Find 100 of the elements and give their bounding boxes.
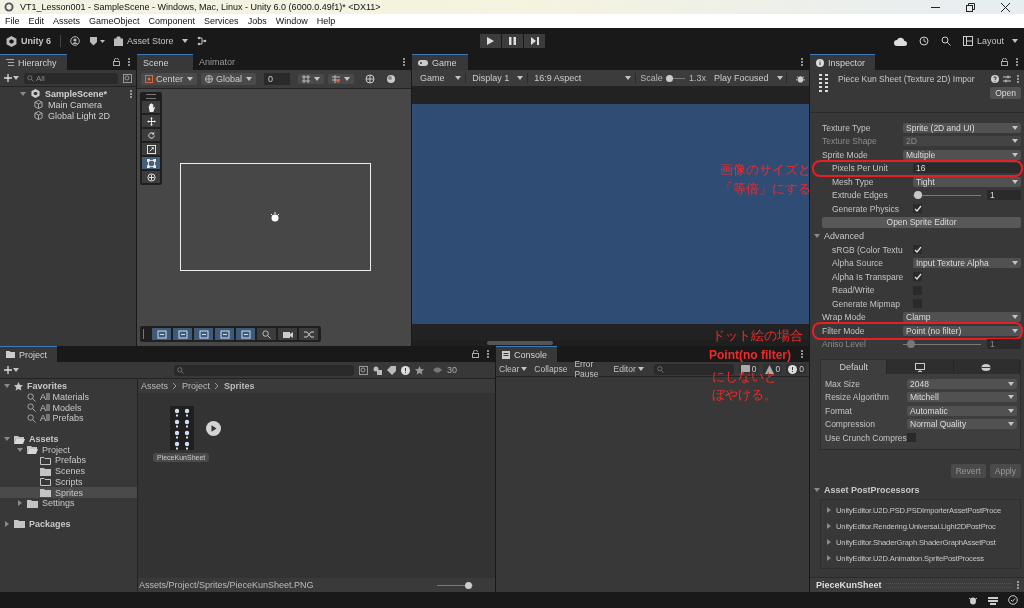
account-button[interactable]: Unity 6: [6, 35, 51, 47]
step-button[interactable]: [524, 34, 545, 48]
tree-item[interactable]: All Materials: [0, 391, 137, 403]
bug-icon[interactable]: [796, 73, 805, 83]
grid-size-field[interactable]: 0: [264, 73, 291, 85]
transform-tool-button[interactable]: [142, 171, 160, 183]
search-field[interactable]: [174, 364, 354, 376]
menu-item[interactable]: Help: [316, 16, 336, 26]
console-toolbar-button[interactable]: Clear: [496, 364, 531, 374]
view-option-button[interactable]: [152, 328, 171, 340]
collapsed-arrow-icon[interactable]: [826, 507, 832, 513]
tree-item[interactable]: All Models: [0, 402, 137, 414]
console-tab[interactable]: Console: [496, 346, 558, 362]
search-icon[interactable]: [940, 36, 951, 46]
open-button[interactable]: Open: [990, 87, 1021, 99]
expanded-arrow-icon[interactable]: [814, 487, 820, 494]
view-option-button[interactable]: [194, 328, 213, 340]
tree-item[interactable]: Sprites: [0, 487, 137, 498]
slider-track[interactable]: [437, 581, 473, 589]
search-field[interactable]: All: [24, 72, 118, 84]
play-button[interactable]: [480, 34, 501, 48]
dropdown-field[interactable]: 2048: [907, 378, 1017, 389]
dropdown-field[interactable]: Tight: [913, 176, 1021, 187]
menu-item[interactable]: Jobs: [247, 16, 267, 26]
history-icon[interactable]: [918, 36, 929, 46]
menu-item[interactable]: File: [5, 16, 20, 26]
dropdown-field[interactable]: Sprite (2D and UI): [903, 122, 1021, 133]
view-option-button[interactable]: [236, 328, 255, 340]
expanded-arrow-icon[interactable]: [20, 90, 26, 97]
lock-icon[interactable]: [1001, 58, 1008, 66]
rect-tool-button[interactable]: [142, 157, 160, 169]
cloud-icon[interactable]: [893, 36, 907, 46]
branch-icon[interactable]: [196, 36, 207, 46]
foldout-header[interactable]: Asset PostProcessors: [814, 483, 1021, 497]
filter-icon[interactable]: [123, 73, 132, 83]
tree-item[interactable]: Project: [0, 444, 137, 456]
tree-item[interactable]: Assets: [0, 433, 137, 445]
space-dropdown[interactable]: Global: [201, 73, 257, 85]
close-icon[interactable]: [1001, 2, 1010, 12]
tree-item[interactable]: All Prefabs: [0, 413, 137, 424]
game-tab[interactable]: Game: [412, 54, 468, 70]
sphere-icon[interactable]: [386, 74, 397, 84]
tree-item[interactable]: Scenes: [0, 465, 137, 477]
slider-thumb[interactable]: [914, 191, 923, 200]
scrollbar-thumb[interactable]: [487, 341, 553, 345]
number-field[interactable]: 1: [987, 190, 1021, 201]
add-button[interactable]: [4, 74, 19, 82]
hierarchy-item[interactable]: Main Camera: [48, 99, 103, 110]
shuffle-button[interactable]: [299, 328, 318, 340]
number-field[interactable]: 16: [913, 163, 1021, 174]
hand-tool-button[interactable]: [142, 101, 160, 113]
checkbox[interactable]: [913, 204, 922, 214]
play-icon[interactable]: [206, 420, 221, 436]
eye-icon[interactable]: [433, 367, 442, 373]
check-circle-icon[interactable]: [1008, 595, 1018, 605]
user-icon[interactable]: [70, 36, 80, 46]
globe-icon[interactable]: [365, 74, 376, 84]
foldout-header[interactable]: Advanced: [814, 229, 1021, 243]
display-dropdown[interactable]: Display 1: [468, 73, 529, 83]
sliders-icon[interactable]: [1003, 75, 1011, 83]
expanded-arrow-icon[interactable]: [4, 383, 10, 390]
console-toolbar-button[interactable]: Collapse: [531, 364, 571, 374]
menu-item[interactable]: Component: [148, 16, 196, 26]
platform-tab[interactable]: [887, 360, 954, 374]
dropdown-field[interactable]: Point (no filter): [903, 325, 1021, 336]
breadcrumb-link[interactable]: Assets: [141, 381, 168, 391]
add-button[interactable]: [4, 366, 19, 374]
tag-icon[interactable]: [387, 365, 396, 375]
help-icon[interactable]: [991, 75, 999, 83]
breadcrumb-link[interactable]: Sprites: [224, 381, 255, 391]
menu-item[interactable]: Services: [204, 16, 239, 26]
menu-item[interactable]: Assets: [53, 16, 81, 26]
expanded-arrow-icon[interactable]: [17, 446, 23, 453]
lock-icon[interactable]: [472, 350, 479, 358]
menu-item[interactable]: Edit: [28, 16, 45, 26]
view-dropdown[interactable]: Game: [416, 73, 467, 83]
pause-button[interactable]: [502, 34, 523, 48]
bug-icon[interactable]: [968, 595, 978, 605]
collapsed-arrow-icon[interactable]: [4, 520, 10, 527]
dropdown-field[interactable]: Clamp: [903, 312, 1021, 323]
warning-circle-icon[interactable]: [401, 365, 410, 375]
shapes-icon[interactable]: [373, 365, 382, 375]
stack-icon[interactable]: [988, 595, 998, 605]
dropdown-field[interactable]: Input Texture Alpha: [913, 258, 1021, 269]
snap-dropdown[interactable]: [298, 74, 325, 84]
panel-tab[interactable]: Animator: [193, 54, 249, 70]
lock-icon[interactable]: [113, 58, 120, 66]
play-mode-dropdown[interactable]: Play Focused: [710, 73, 787, 83]
tree-item[interactable]: Settings: [0, 497, 137, 509]
menu-item[interactable]: Window: [275, 16, 308, 26]
rotate-tool-button[interactable]: [142, 129, 160, 141]
checkbox[interactable]: [913, 272, 922, 282]
move-tool-button[interactable]: [142, 115, 160, 127]
camera-button[interactable]: [278, 328, 297, 340]
view-option-button[interactable]: [173, 328, 192, 340]
pivot-dropdown[interactable]: Center: [141, 73, 197, 85]
console-toolbar-button[interactable]: Error Pause: [571, 359, 610, 379]
project-tab[interactable]: Project: [0, 346, 57, 362]
open-sprite-editor-button[interactable]: Open Sprite Editor: [822, 216, 1021, 228]
tree-item[interactable]: Scripts: [0, 476, 137, 488]
